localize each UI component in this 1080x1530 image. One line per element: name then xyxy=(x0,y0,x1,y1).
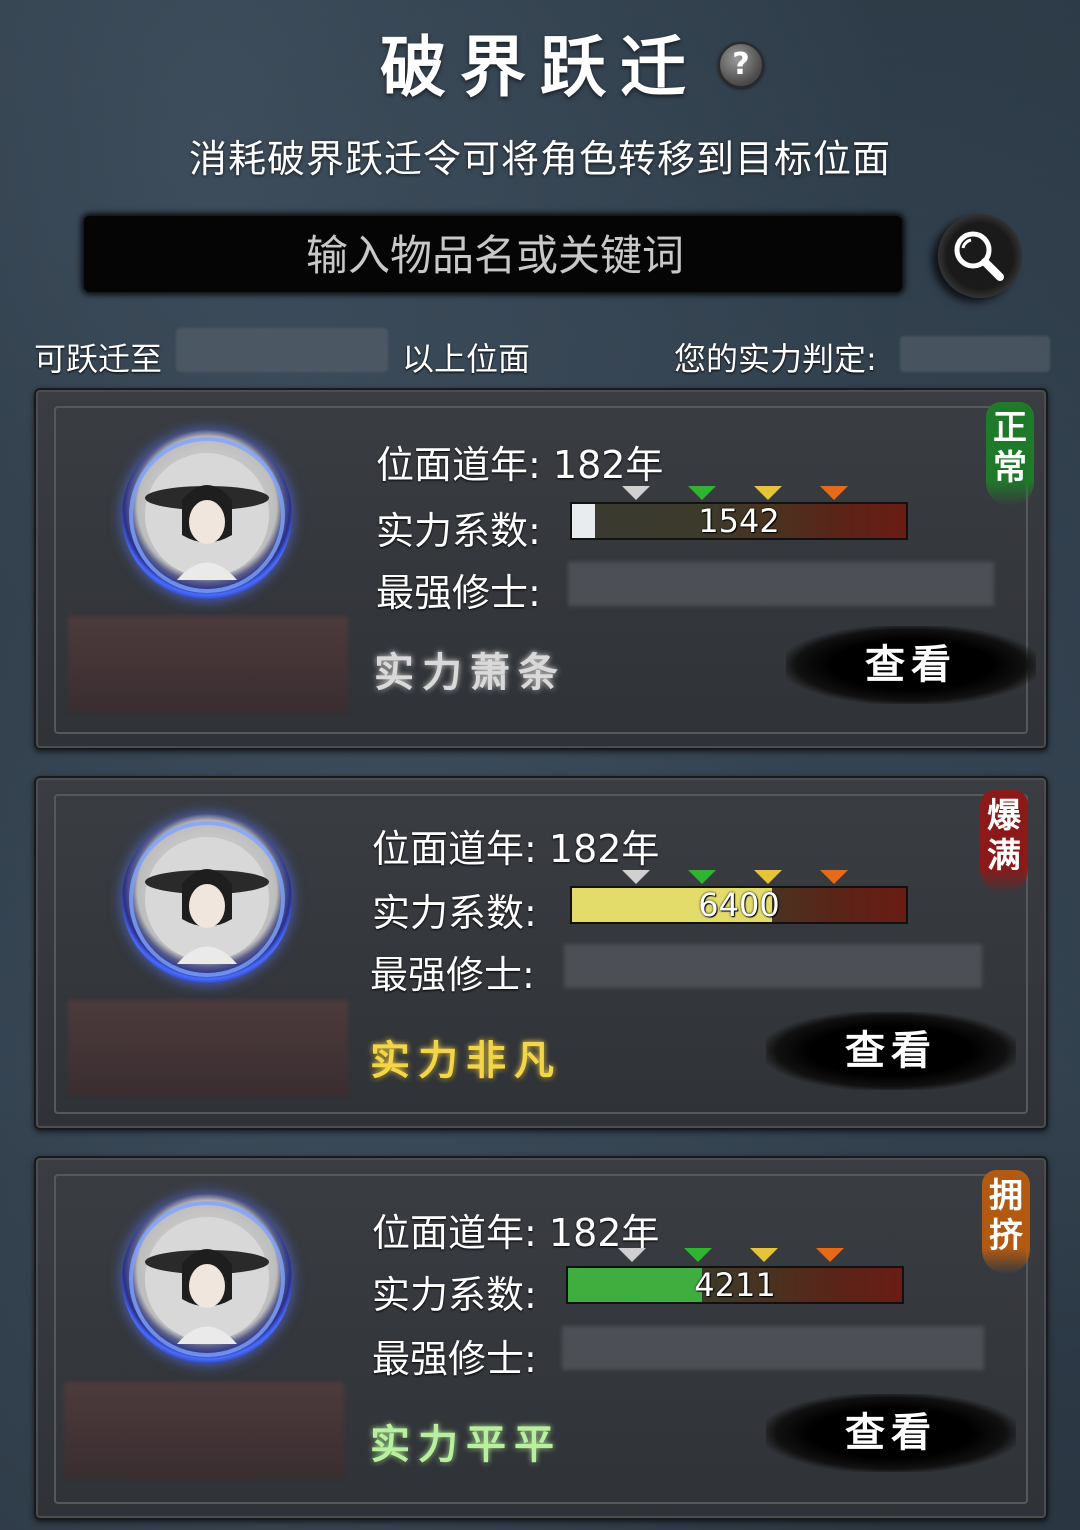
strongest-label: 最强修士: xyxy=(376,571,541,615)
page-title: 破界跃迁 xyxy=(380,28,700,106)
strongest-cultivator-blurred xyxy=(562,1326,984,1370)
marker-orange xyxy=(820,486,848,500)
year-row: 位面道年: 182年 xyxy=(372,818,659,873)
status-char: 拥 xyxy=(989,1176,1023,1216)
page-subtitle: 消耗破界跃迁令可将角色转移到目标位面 xyxy=(188,137,891,181)
marker-green xyxy=(684,1248,712,1262)
strength-bar: 4211 xyxy=(566,1266,904,1304)
strength-label: 实力系数: xyxy=(372,891,537,935)
plane-card-2: 位面道年: 182年 实力系数: 6400 最强修士: 实力非凡 查看 爆满 xyxy=(34,776,1048,1130)
year-value: 182年 xyxy=(552,443,664,487)
strength-judgement-label: 您的实力判定: xyxy=(674,340,877,378)
marker-green xyxy=(688,870,716,884)
strongest-cultivator-blurred xyxy=(568,562,994,606)
view-button[interactable]: 查看 xyxy=(766,1012,1016,1090)
character-name-blurred xyxy=(68,1000,348,1096)
marker-yellow xyxy=(754,486,782,500)
search-bar xyxy=(84,216,906,294)
status-char: 正 xyxy=(993,408,1027,448)
character-portrait-icon xyxy=(129,1201,285,1357)
view-button[interactable]: 查看 xyxy=(766,1394,1016,1472)
status-char: 满 xyxy=(987,836,1021,876)
strongest-label: 最强修士: xyxy=(370,953,535,997)
strength-markers xyxy=(570,486,904,502)
strength-label: 实力系数: xyxy=(376,509,541,553)
status-char: 常 xyxy=(993,448,1027,488)
character-name-blurred xyxy=(64,1382,344,1478)
status-badge: 拥挤 xyxy=(982,1170,1030,1274)
status-badge: 爆满 xyxy=(980,790,1028,894)
view-button[interactable]: 查看 xyxy=(786,626,1036,704)
avatar xyxy=(122,430,292,600)
transfer-suffix: 以上位面 xyxy=(402,340,531,378)
header: 破界跃迁 xyxy=(0,22,1080,112)
marker-orange xyxy=(820,870,848,884)
year-row: 位面道年: 182年 xyxy=(376,434,663,489)
marker-white xyxy=(622,486,650,500)
year-value: 182年 xyxy=(548,827,660,871)
year-label: 位面道年: xyxy=(372,827,537,871)
strength-bar: 1542 xyxy=(570,502,908,540)
status-badge: 正常 xyxy=(986,402,1034,506)
plane-card-3: 位面道年: 182年 实力系数: 4211 最强修士: 实力平平 查看 拥挤 xyxy=(34,1156,1048,1520)
marker-yellow xyxy=(754,870,782,884)
transfer-prefix: 可跃迁至 xyxy=(34,340,163,378)
status-char: 爆 xyxy=(987,796,1021,836)
search-button[interactable] xyxy=(938,214,1022,298)
search-input[interactable] xyxy=(84,216,906,294)
transfer-target-value xyxy=(176,328,388,372)
tier-label: 实力萧条 xyxy=(374,649,566,696)
strength-value: 6400 xyxy=(698,886,780,924)
character-name-blurred xyxy=(68,616,348,712)
strength-bar: 6400 xyxy=(570,886,908,924)
strength-markers xyxy=(566,1248,900,1264)
avatar xyxy=(122,1194,292,1364)
marker-orange xyxy=(816,1248,844,1262)
strongest-cultivator-blurred xyxy=(564,944,982,988)
marker-green xyxy=(688,486,716,500)
strength-value: 4211 xyxy=(694,1266,776,1304)
tier-label: 实力非凡 xyxy=(370,1037,562,1084)
character-portrait-icon xyxy=(129,821,285,977)
help-icon[interactable]: ? xyxy=(718,42,764,88)
year-label: 位面道年: xyxy=(376,443,541,487)
marker-white xyxy=(618,1248,646,1262)
magnifier-icon xyxy=(954,231,1004,281)
avatar xyxy=(122,814,292,984)
strongest-label: 最强修士: xyxy=(372,1337,537,1381)
character-portrait-icon xyxy=(129,437,285,593)
year-label: 位面道年: xyxy=(372,1211,537,1255)
marker-yellow xyxy=(750,1248,778,1262)
strength-label: 实力系数: xyxy=(372,1273,537,1317)
strength-value: 1542 xyxy=(698,502,780,540)
strength-markers xyxy=(570,870,904,886)
marker-white xyxy=(622,870,650,884)
plane-card-1: 位面道年: 182年 实力系数: 1542 最强修士: 实力萧条 查看 正常 xyxy=(34,388,1048,750)
status-char: 挤 xyxy=(989,1216,1023,1256)
strength-judgement-value xyxy=(900,336,1050,372)
tier-label: 实力平平 xyxy=(370,1421,562,1468)
